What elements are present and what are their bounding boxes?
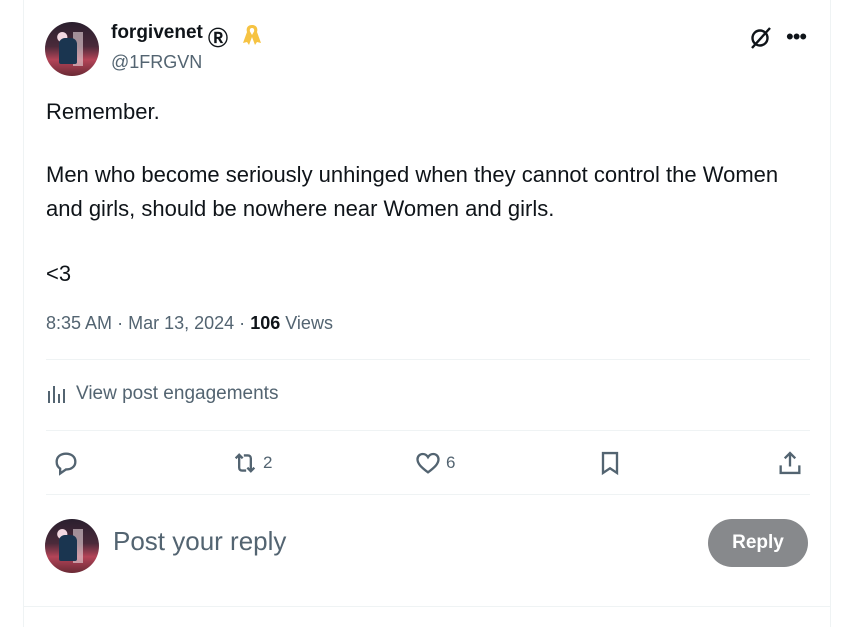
author-avatar[interactable]: [45, 22, 99, 76]
share-button[interactable]: [776, 449, 804, 477]
divider: [46, 430, 810, 431]
post-text-line: Remember.: [46, 99, 160, 124]
repost-button[interactable]: 2: [231, 449, 272, 477]
grok-icon[interactable]: [748, 25, 774, 56]
registered-badge: Ⓡ: [208, 28, 228, 50]
author-handle[interactable]: @1FRGVN: [111, 52, 202, 73]
meta-separator: ·: [117, 313, 124, 333]
reply-icon: [55, 452, 77, 476]
post-date[interactable]: Mar 13, 2024: [128, 313, 234, 333]
meta-separator: ·: [239, 313, 246, 333]
post-text-body: Men who become seriously unhinged when t…: [46, 162, 779, 221]
views-count: 106: [250, 313, 281, 333]
view-engagements-label: View post engagements: [76, 383, 279, 404]
post-metadata: 8:35 AM · Mar 13, 2024 · 106 Views: [46, 313, 333, 334]
bookmark-button[interactable]: [596, 449, 624, 477]
reply-submit-button[interactable]: Reply: [708, 519, 808, 567]
post-time[interactable]: 8:35 AM: [46, 313, 112, 333]
like-button[interactable]: 6: [414, 449, 455, 477]
repost-count: 2: [263, 453, 273, 472]
share-icon: [779, 451, 801, 475]
heart-icon: [416, 452, 440, 474]
view-engagements-link[interactable]: View post engagements: [46, 383, 278, 405]
divider: [24, 606, 830, 607]
reply-button[interactable]: [52, 449, 84, 477]
ribbon-icon: [242, 23, 262, 52]
bookmark-icon: [601, 451, 619, 476]
repost-icon: [234, 453, 256, 473]
post-text-line: <3: [46, 261, 72, 286]
views-label: Views: [285, 313, 333, 333]
more-options-icon[interactable]: •••: [786, 24, 807, 50]
analytics-icon: [48, 386, 65, 403]
author-name[interactable]: forgivenet: [111, 22, 203, 44]
reply-input[interactable]: Post your reply: [113, 526, 286, 557]
divider: [46, 494, 810, 495]
divider: [46, 359, 810, 360]
like-count: 6: [446, 453, 456, 472]
current-user-avatar[interactable]: [45, 519, 99, 573]
